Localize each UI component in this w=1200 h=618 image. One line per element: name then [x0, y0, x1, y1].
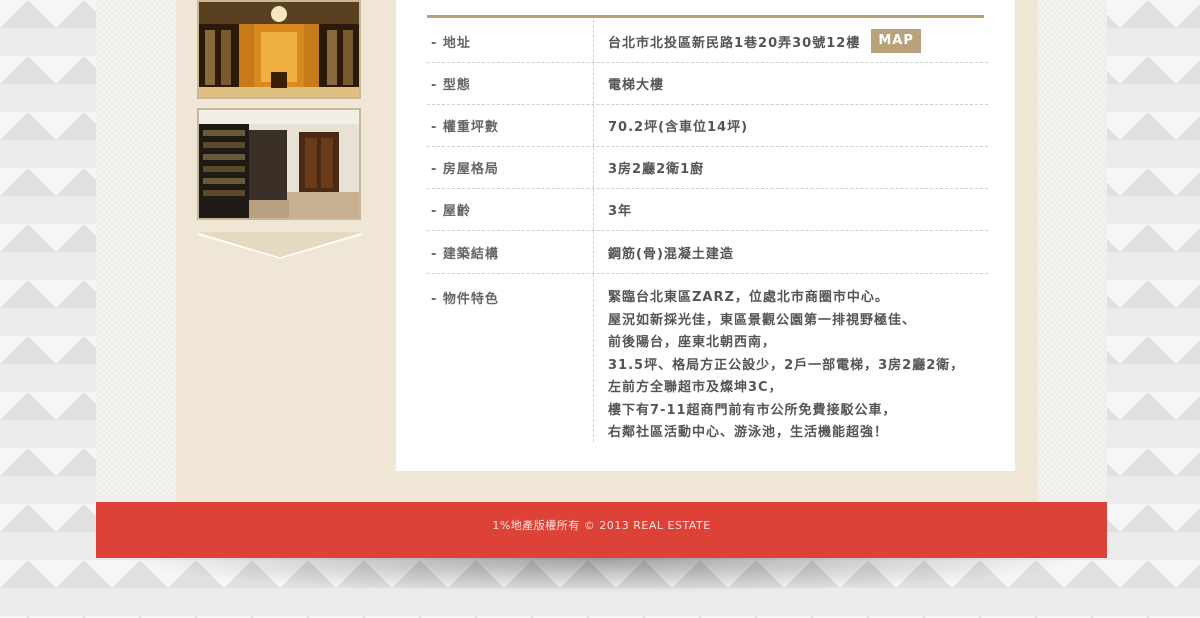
feature-line: 緊臨台北東區ZARZ，位處北市商圈市中心。 — [608, 290, 889, 305]
features-description: 緊臨台北東區ZARZ，位處北市商圈市中心。 屋況如新採光佳，東區景觀公園第一排視… — [594, 274, 988, 445]
detail-label: - 建築結構 — [427, 231, 594, 273]
gallery-thumbnail-lobby[interactable] — [197, 0, 361, 99]
feature-line: 右鄰社區活動中心、游泳池，生活機能超強！ — [608, 425, 889, 440]
copyright-text: 1%地產版權所有 © 2013 REAL ESTATE — [492, 519, 711, 532]
page-shell: - 地址 台北市北投區新民路1巷20弄30號12樓 MAP - 型態 電梯大樓 … — [96, 0, 1107, 502]
feature-line: 樓下有7-11超商門前有市公所免費接駁公車， — [608, 402, 897, 418]
detail-row-features: - 物件特色 緊臨台北東區ZARZ，位處北市商圈市中心。 屋況如新採光佳，東區景… — [427, 274, 988, 445]
gallery-thumbnail-hallway[interactable] — [197, 108, 361, 220]
lobby-photo — [199, 2, 359, 97]
address-text: 台北市北投區新民路1巷20弄30號12樓 — [608, 35, 861, 51]
detail-row-layout: - 房屋格局 3房2廳2衛1廚 — [427, 147, 988, 189]
map-button[interactable]: MAP — [871, 29, 921, 53]
hallway-photo — [199, 110, 359, 218]
detail-row-age: - 屋齡 3年 — [427, 189, 988, 231]
detail-label: - 房屋格局 — [427, 147, 594, 188]
feature-line: 左前方全聯超市及燦坤3C， — [608, 380, 783, 395]
feature-line: 屋況如新採光佳，東區景觀公園第一排視野極佳、 — [608, 312, 917, 328]
gallery-scroll-down-arrow[interactable] — [198, 232, 362, 260]
detail-value: 3房2廳2衛1廚 — [608, 162, 705, 177]
detail-row-structure: - 建築結構 鋼筋(骨)混凝土建造 — [427, 231, 988, 274]
detail-label: - 型態 — [427, 63, 594, 104]
detail-value: 台北市北投區新民路1巷20弄30號12樓 MAP — [594, 20, 988, 62]
detail-label: - 物件特色 — [427, 274, 594, 442]
footer-shadow — [130, 558, 1070, 592]
footer: 1%地產版權所有 © 2013 REAL ESTATE — [96, 502, 1107, 558]
property-info-card: - 地址 台北市北投區新民路1巷20弄30號12樓 MAP - 型態 電梯大樓 … — [396, 0, 1015, 471]
detail-row-area: - 權重坪數 70.2坪(含車位14坪) — [427, 105, 988, 147]
detail-label: - 屋齡 — [427, 189, 594, 230]
detail-label: - 地址 — [427, 20, 594, 62]
detail-value: 電梯大樓 — [608, 78, 665, 93]
detail-value: 70.2坪(含車位14坪) — [608, 120, 749, 135]
detail-value: 鋼筋(骨)混凝土建造 — [608, 246, 734, 262]
detail-value: 3年 — [608, 204, 633, 219]
detail-row-address: - 地址 台北市北投區新民路1巷20弄30號12樓 MAP — [427, 20, 988, 63]
feature-line: 前後陽台，座東北朝西南， — [608, 335, 777, 350]
detail-row-type: - 型態 電梯大樓 — [427, 63, 988, 105]
feature-line: 31.5坪、格局方正公設少，2戶一部電梯，3房2廳2衛， — [608, 357, 965, 373]
property-details-table: - 地址 台北市北投區新民路1巷20弄30號12樓 MAP - 型態 電梯大樓 … — [427, 20, 988, 445]
card-divider — [427, 15, 984, 18]
content-panel: - 地址 台北市北投區新民路1巷20弄30號12樓 MAP - 型態 電梯大樓 … — [176, 0, 1038, 502]
detail-label: - 權重坪數 — [427, 105, 594, 146]
